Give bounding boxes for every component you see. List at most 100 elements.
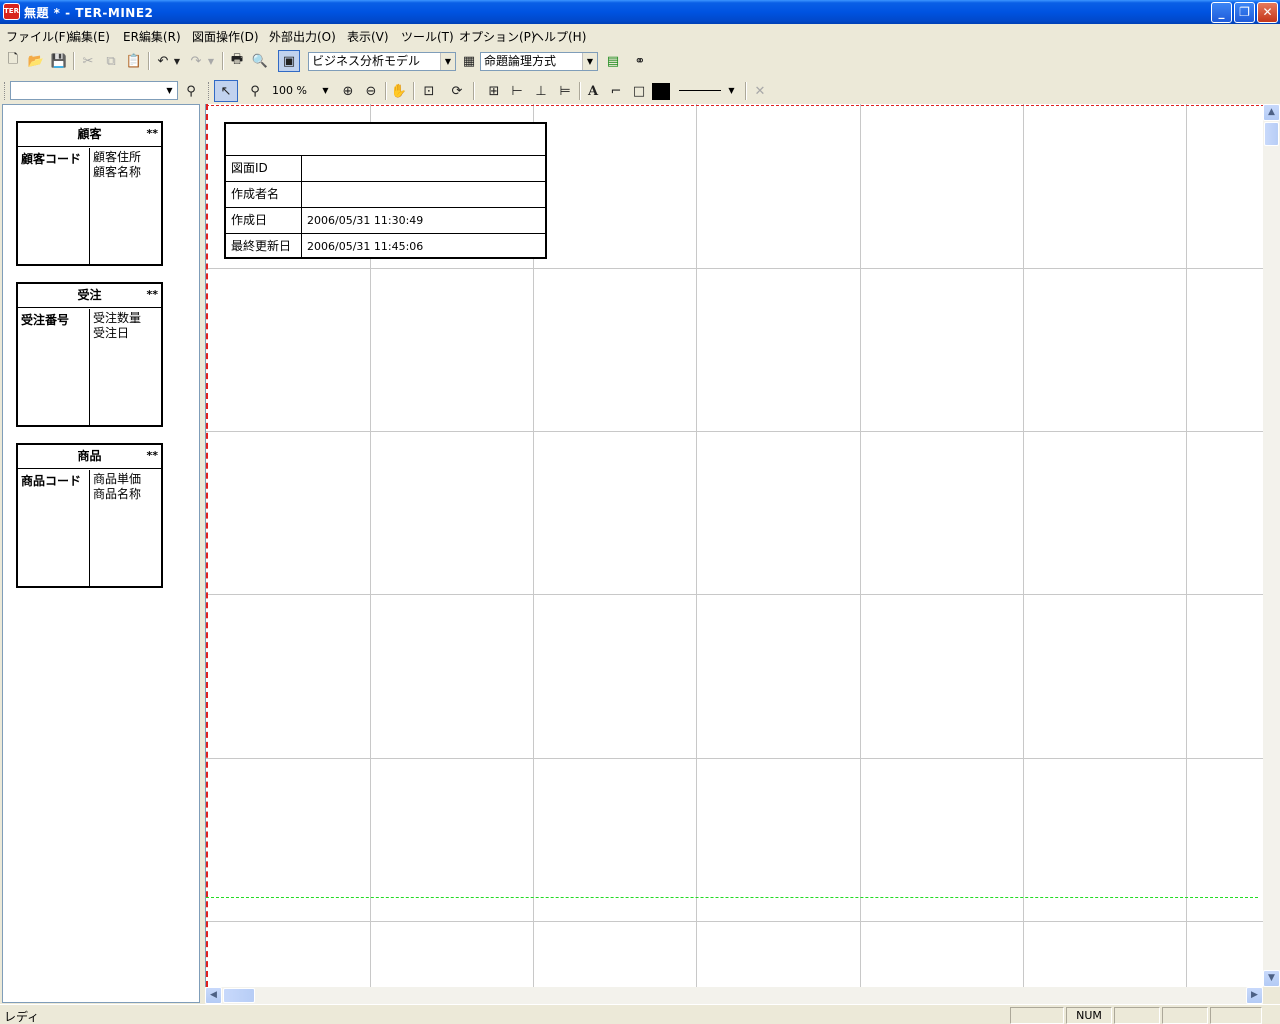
- scroll-down-icon[interactable]: ▼: [1263, 970, 1280, 987]
- model-select[interactable]: ビジネス分析モデル ▼: [308, 52, 456, 71]
- redo-icon[interactable]: ↷: [186, 51, 206, 71]
- title-bar: TER 無題 * - TER-MINE2 _ ❐ ✕: [0, 0, 1280, 24]
- save-icon[interactable]: 💾: [49, 51, 69, 71]
- toolbar-separator: [413, 82, 415, 100]
- chevron-down-icon[interactable]: ▼: [582, 53, 597, 70]
- table-icon[interactable]: ▦: [459, 51, 479, 71]
- method-select[interactable]: 命題論理方式 ▼: [480, 52, 598, 71]
- refresh-icon[interactable]: ⟳: [447, 81, 467, 101]
- paste-icon[interactable]: 📋: [124, 51, 144, 71]
- connector-icon[interactable]: ⌐: [606, 81, 626, 101]
- entity-header: 顧客 **: [18, 123, 161, 147]
- binoculars-icon[interactable]: ⚭: [630, 51, 650, 71]
- grid-line: [1023, 104, 1024, 987]
- vertical-scrollbar[interactable]: ▲ ▼: [1263, 104, 1280, 987]
- page-border-left: [206, 104, 208, 987]
- scroll-right-icon[interactable]: ▶: [1246, 987, 1263, 1004]
- toolbar-separator: [73, 52, 75, 70]
- line-style-select[interactable]: ▼: [674, 81, 740, 100]
- toolbar-separator: [745, 82, 747, 100]
- grid-line: [860, 104, 861, 987]
- entity-box[interactable]: 顧客 ** 顧客コード 顧客住所 顧客名称: [16, 121, 163, 266]
- status-panel: [1210, 1007, 1262, 1024]
- zoom-icon[interactable]: ⚲: [245, 81, 265, 101]
- minimize-button[interactable]: _: [1211, 2, 1232, 23]
- entity-key: 商品コード: [18, 470, 90, 586]
- info-row: 作成日 2006/05/31 11:30:49: [226, 207, 545, 233]
- entity-header: 受注 **: [18, 284, 161, 308]
- toolbar-grip[interactable]: [4, 82, 7, 100]
- menu-export[interactable]: 外部出力(O): [269, 28, 336, 45]
- scroll-corner: [1263, 987, 1280, 1004]
- entity-name: 商品: [77, 449, 102, 463]
- search-person-icon[interactable]: ⚲: [181, 81, 201, 101]
- relation-split-icon[interactable]: ⊥: [531, 81, 551, 101]
- copy-icon[interactable]: ⧉: [101, 51, 121, 71]
- entity-filter-select[interactable]: ▼: [10, 81, 178, 100]
- info-value: 2006/05/31 11:45:06: [307, 240, 424, 253]
- fill-color-icon[interactable]: [651, 81, 671, 101]
- fit-page-icon[interactable]: ⊡: [419, 81, 439, 101]
- zoom-out-icon[interactable]: ⊖: [361, 81, 381, 101]
- open-folder-icon[interactable]: 📂: [26, 51, 46, 71]
- menu-er-edit[interactable]: ER編集(R): [123, 28, 181, 45]
- toolbar-grip[interactable]: [208, 82, 211, 100]
- new-file-icon[interactable]: 🗋: [3, 51, 23, 71]
- status-text: レディ: [4, 1010, 40, 1024]
- undo-icon[interactable]: ↶: [153, 51, 173, 71]
- menu-file[interactable]: ファイル(F): [6, 28, 70, 45]
- chevron-down-icon[interactable]: ▼: [162, 82, 177, 99]
- menu-drawing[interactable]: 図面操作(D): [192, 28, 259, 45]
- print-preview-icon[interactable]: 🔍: [250, 51, 270, 71]
- rectangle-icon[interactable]: □: [629, 81, 649, 101]
- entity-box[interactable]: 受注 ** 受注番号 受注数量 受注日: [16, 282, 163, 427]
- text-tool-icon[interactable]: A: [583, 81, 603, 101]
- grid-line: [1186, 104, 1187, 987]
- drawing-info-table[interactable]: 図面ID 作成者名 作成日 2006/05/31 11:30:49 最終更新日 …: [224, 122, 547, 259]
- spreadsheet-icon[interactable]: ▤: [603, 51, 623, 71]
- relation-line-icon[interactable]: ⊢: [507, 81, 527, 101]
- menu-edit[interactable]: 編集(E): [69, 28, 110, 45]
- scroll-left-icon[interactable]: ◀: [205, 987, 222, 1004]
- horizontal-scrollbar[interactable]: ◀ ▶: [205, 987, 1263, 1004]
- menu-help[interactable]: ヘルプ(H): [532, 28, 586, 45]
- info-label: 図面ID: [226, 156, 302, 181]
- entity-key: 受注番号: [18, 309, 90, 425]
- close-button[interactable]: ✕: [1257, 2, 1278, 23]
- redo-dropdown-icon[interactable]: ▼: [205, 51, 217, 71]
- undo-dropdown-icon[interactable]: ▼: [171, 51, 183, 71]
- app-icon: TER: [3, 3, 20, 20]
- menu-tools[interactable]: ツール(T): [401, 28, 454, 45]
- zoom-in-icon[interactable]: ⊕: [338, 81, 358, 101]
- entity-attributes: 受注数量 受注日: [91, 309, 161, 425]
- menu-view[interactable]: 表示(V): [347, 28, 389, 45]
- pointer-icon[interactable]: ↖: [214, 80, 238, 102]
- drawing-canvas[interactable]: 図面ID 作成者名 作成日 2006/05/31 11:30:49 最終更新日 …: [205, 104, 1263, 987]
- delete-icon[interactable]: ✕: [750, 81, 770, 101]
- toolbar-separator: [473, 82, 475, 100]
- grid-line: [206, 431, 1263, 432]
- entity-key: 顧客コード: [18, 148, 90, 264]
- cut-icon[interactable]: ✂: [78, 51, 98, 71]
- add-entity-icon[interactable]: ⊞: [484, 81, 504, 101]
- info-row: 図面ID: [226, 155, 545, 181]
- scroll-up-icon[interactable]: ▲: [1263, 104, 1280, 121]
- entity-box[interactable]: 商品 ** 商品コード 商品単価 商品名称: [16, 443, 163, 588]
- entity-attribute: 受注数量: [93, 311, 142, 325]
- chevron-down-icon[interactable]: ▼: [318, 82, 333, 99]
- grid-line: [206, 921, 1263, 922]
- restore-button[interactable]: ❐: [1234, 2, 1255, 23]
- zoom-select[interactable]: 100 % ▼: [268, 81, 334, 100]
- entity-header: 商品 **: [18, 445, 161, 469]
- vertical-scroll-thumb[interactable]: [1264, 122, 1279, 146]
- chevron-down-icon[interactable]: ▼: [724, 82, 739, 99]
- relation-cross-icon[interactable]: ⊨: [555, 81, 575, 101]
- model-view-icon[interactable]: ▣: [278, 50, 300, 72]
- print-icon[interactable]: 🖶: [227, 51, 247, 71]
- horizontal-scroll-thumb[interactable]: [223, 988, 255, 1003]
- entity-name: 顧客: [77, 127, 102, 141]
- info-table-title: [226, 124, 545, 155]
- hand-pan-icon[interactable]: ✋: [389, 81, 409, 101]
- chevron-down-icon[interactable]: ▼: [440, 53, 455, 70]
- menu-options[interactable]: オプション(P): [459, 28, 536, 45]
